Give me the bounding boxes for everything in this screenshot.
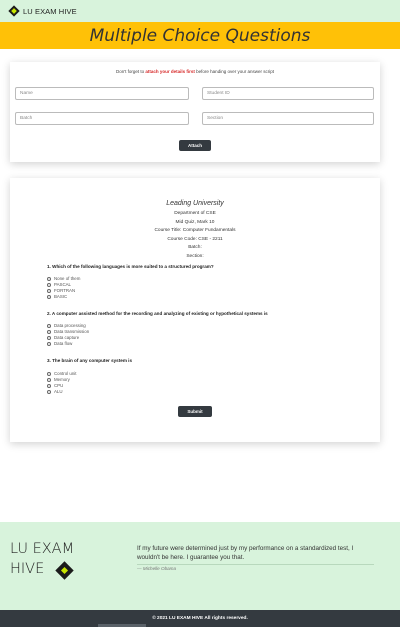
q1-option-4[interactable]: BASIC — [47, 294, 67, 299]
student-id-placeholder: Student ID — [207, 91, 230, 96]
q1-option-3[interactable]: FORTRAN — [47, 288, 75, 293]
radio-icon[interactable] — [47, 329, 51, 334]
radio-icon[interactable] — [47, 288, 51, 293]
option-label: FORTRAN — [54, 288, 76, 293]
name-placeholder: Name — [20, 91, 33, 96]
batch-placeholder: Batch — [20, 116, 33, 121]
radio-icon[interactable] — [47, 383, 51, 388]
option-label: Data processing — [54, 323, 86, 328]
question-1: 1. Which of the following languages is m… — [47, 264, 214, 269]
batch-label: Batch: — [188, 245, 202, 250]
footer: LU EXAM HIVE If my future were determine… — [0, 522, 400, 610]
batch-field[interactable]: Batch — [15, 112, 189, 125]
hive-logo-icon — [8, 5, 20, 17]
attach-button[interactable]: Attach — [179, 140, 211, 151]
radio-icon[interactable] — [47, 377, 51, 382]
question-2: 2. A computer assisted method for the re… — [47, 311, 268, 316]
section-field[interactable]: Section — [202, 112, 374, 125]
radio-icon[interactable] — [47, 341, 51, 346]
radio-icon[interactable] — [47, 294, 51, 299]
quote-author: — Michelle Obama — [137, 566, 177, 571]
submit-button[interactable]: Submit — [178, 406, 212, 417]
radio-icon[interactable] — [47, 276, 51, 281]
notice-text-after: before handing over your answer script — [194, 69, 274, 74]
department: Department of CSE — [174, 211, 216, 216]
option-label: Data capture — [54, 335, 80, 340]
radio-icon[interactable] — [47, 323, 51, 328]
exam-paper-card: Leading University Department of CSE Mid… — [10, 178, 380, 442]
page-title: Multiple Choice Questions — [89, 25, 311, 46]
option-label: None of them — [54, 276, 81, 281]
name-field[interactable]: Name — [15, 87, 189, 100]
radio-icon[interactable] — [47, 282, 51, 287]
q3-option-1[interactable]: Control unit — [47, 371, 76, 376]
radio-icon[interactable] — [47, 335, 51, 340]
student-id-field[interactable]: Student ID — [202, 87, 374, 100]
option-label: Control unit — [54, 371, 77, 376]
question-3: 3. The brain of any computer system is — [47, 358, 133, 363]
copyright-bar: © 2021 LU EXAM HIVE All rights reserved. — [0, 610, 400, 627]
q2-option-3[interactable]: Data capture — [47, 335, 79, 340]
q1-option-2[interactable]: PASCAL — [47, 282, 71, 287]
course-code: Course Code: CSE - 2211 — [167, 237, 223, 242]
radio-icon[interactable] — [47, 371, 51, 376]
q3-option-3[interactable]: CPU — [47, 383, 63, 388]
quote-divider — [137, 564, 374, 565]
attach-notice: Don't forget to attach your details firs… — [10, 69, 380, 74]
student-details-card: Don't forget to attach your details firs… — [10, 62, 380, 162]
radio-icon[interactable] — [47, 389, 51, 394]
q1-option-1[interactable]: None of them — [47, 276, 80, 281]
course-title: Course Title: Computer Fundamentals — [154, 228, 236, 233]
option-label: CPU — [54, 383, 64, 388]
notice-text-before: Don't forget to — [116, 69, 146, 74]
page-banner: Multiple Choice Questions — [0, 22, 400, 49]
q3-option-2[interactable]: Memory — [47, 377, 70, 382]
footer-quote: If my future were determined just by my … — [137, 545, 354, 561]
notice-highlight: attach your details first — [145, 69, 195, 74]
q3-option-4[interactable]: ALU — [47, 389, 63, 394]
option-label: Memory — [54, 377, 70, 382]
university-name: Leading University — [166, 200, 224, 207]
quiz-info: Mid Quiz, Mark 10 — [175, 220, 215, 225]
section-placeholder: Section — [207, 116, 223, 121]
option-label: ALU — [54, 389, 63, 394]
option-label: Data transmission — [54, 329, 90, 334]
option-label: BASIC — [54, 294, 68, 299]
nav-brand[interactable]: LU EXAM HIVE — [23, 7, 77, 16]
q2-option-2[interactable]: Data transmission — [47, 329, 89, 334]
option-label: PASCAL — [54, 282, 72, 287]
copyright-text: © 2021 LU EXAM HIVE All rights reserved. — [152, 616, 248, 621]
option-label: Data flow — [54, 341, 73, 346]
section-label: Section: — [186, 254, 204, 259]
footer-brand-line1: LU EXAM — [10, 541, 75, 557]
top-navbar: LU EXAM HIVE — [0, 0, 400, 22]
q2-option-1[interactable]: Data processing — [47, 323, 86, 328]
q2-option-4[interactable]: Data flow — [47, 341, 72, 346]
